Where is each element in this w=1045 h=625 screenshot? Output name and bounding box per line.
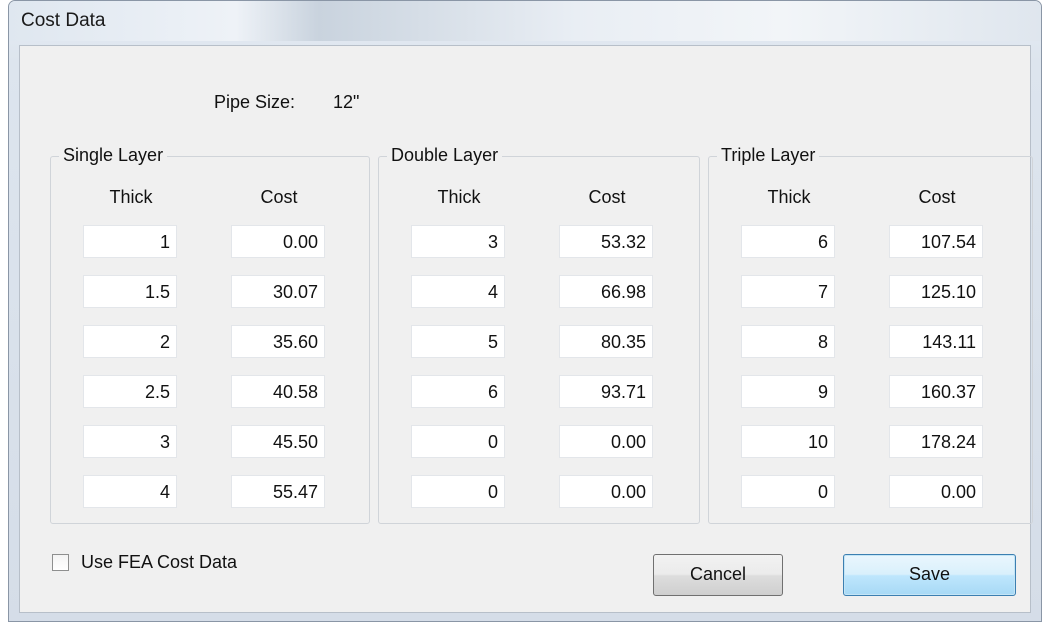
double-thick-field[interactable]: 5 bbox=[411, 325, 505, 358]
double-cost-field[interactable]: 0.00 bbox=[559, 425, 653, 458]
double-cost-field[interactable]: 66.98 bbox=[559, 275, 653, 308]
single-thick-field[interactable]: 2.5 bbox=[83, 375, 177, 408]
cost-column-header: Cost bbox=[260, 187, 298, 207]
thick-column-header: Thick bbox=[437, 187, 481, 207]
single-layer-title: Single Layer bbox=[59, 145, 168, 166]
cost-column-header: Cost bbox=[918, 187, 956, 207]
single-thick-field[interactable]: 3 bbox=[83, 425, 177, 458]
title-bar[interactable]: Cost Data bbox=[9, 1, 1041, 41]
single-thick-field[interactable]: 2 bbox=[83, 325, 177, 358]
double-cost-field[interactable]: 0.00 bbox=[559, 475, 653, 508]
double-cost-field[interactable]: 93.71 bbox=[559, 375, 653, 408]
double-thick-field[interactable]: 4 bbox=[411, 275, 505, 308]
use-fea-label[interactable]: Use FEA Cost Data bbox=[81, 552, 237, 573]
double-cost-field[interactable]: 80.35 bbox=[559, 325, 653, 358]
single-thick-field[interactable]: 1 bbox=[83, 225, 177, 258]
dialog-body: Pipe Size: 12" Single Layer Thick Cost 1… bbox=[19, 45, 1033, 613]
single-cost-field[interactable]: 55.47 bbox=[231, 475, 325, 508]
use-fea-option[interactable]: Use FEA Cost Data bbox=[52, 552, 237, 573]
thick-column-header: Thick bbox=[109, 187, 153, 207]
single-cost-field[interactable]: 40.58 bbox=[231, 375, 325, 408]
single-thick-field[interactable]: 4 bbox=[83, 475, 177, 508]
single-cost-field[interactable]: 35.60 bbox=[231, 325, 325, 358]
triple-thick-field[interactable]: 7 bbox=[741, 275, 835, 308]
double-thick-field[interactable]: 3 bbox=[411, 225, 505, 258]
triple-thick-field[interactable]: 9 bbox=[741, 375, 835, 408]
single-layer-group: Single Layer Thick Cost 1 0.00 1.5 30.07… bbox=[50, 145, 370, 524]
single-thick-field[interactable]: 1.5 bbox=[83, 275, 177, 308]
triple-cost-field[interactable]: 0.00 bbox=[889, 475, 983, 508]
triple-thick-field[interactable]: 8 bbox=[741, 325, 835, 358]
double-thick-field[interactable]: 0 bbox=[411, 425, 505, 458]
window-title: Cost Data bbox=[21, 10, 106, 31]
thick-column-header: Thick bbox=[767, 187, 811, 207]
pipe-size-value: 12" bbox=[333, 92, 360, 112]
double-cost-field[interactable]: 53.32 bbox=[559, 225, 653, 258]
save-button[interactable]: Save bbox=[843, 554, 1016, 596]
single-cost-field[interactable]: 30.07 bbox=[231, 275, 325, 308]
pipe-size-label: Pipe Size: bbox=[214, 92, 296, 112]
triple-thick-field[interactable]: 6 bbox=[741, 225, 835, 258]
triple-thick-field[interactable]: 10 bbox=[741, 425, 835, 458]
triple-thick-field[interactable]: 0 bbox=[741, 475, 835, 508]
triple-cost-field[interactable]: 107.54 bbox=[889, 225, 983, 258]
cancel-button[interactable]: Cancel bbox=[653, 554, 783, 596]
double-thick-field[interactable]: 6 bbox=[411, 375, 505, 408]
double-layer-title: Double Layer bbox=[387, 145, 503, 166]
cost-column-header: Cost bbox=[588, 187, 626, 207]
triple-cost-field[interactable]: 178.24 bbox=[889, 425, 983, 458]
triple-cost-field[interactable]: 160.37 bbox=[889, 375, 983, 408]
use-fea-checkbox[interactable] bbox=[52, 554, 69, 571]
single-cost-field[interactable]: 45.50 bbox=[231, 425, 325, 458]
single-cost-field[interactable]: 0.00 bbox=[231, 225, 325, 258]
cost-data-dialog: Cost Data Pipe Size: 12" Single Layer Th… bbox=[8, 0, 1042, 622]
double-layer-group: Double Layer Thick Cost 3 53.32 4 66.98 … bbox=[378, 145, 700, 524]
triple-layer-group: Triple Layer Thick Cost 6 107.54 7 125.1… bbox=[708, 145, 1033, 524]
triple-cost-field[interactable]: 143.11 bbox=[889, 325, 983, 358]
triple-layer-title: Triple Layer bbox=[717, 145, 820, 166]
double-thick-field[interactable]: 0 bbox=[411, 475, 505, 508]
triple-cost-field[interactable]: 125.10 bbox=[889, 275, 983, 308]
